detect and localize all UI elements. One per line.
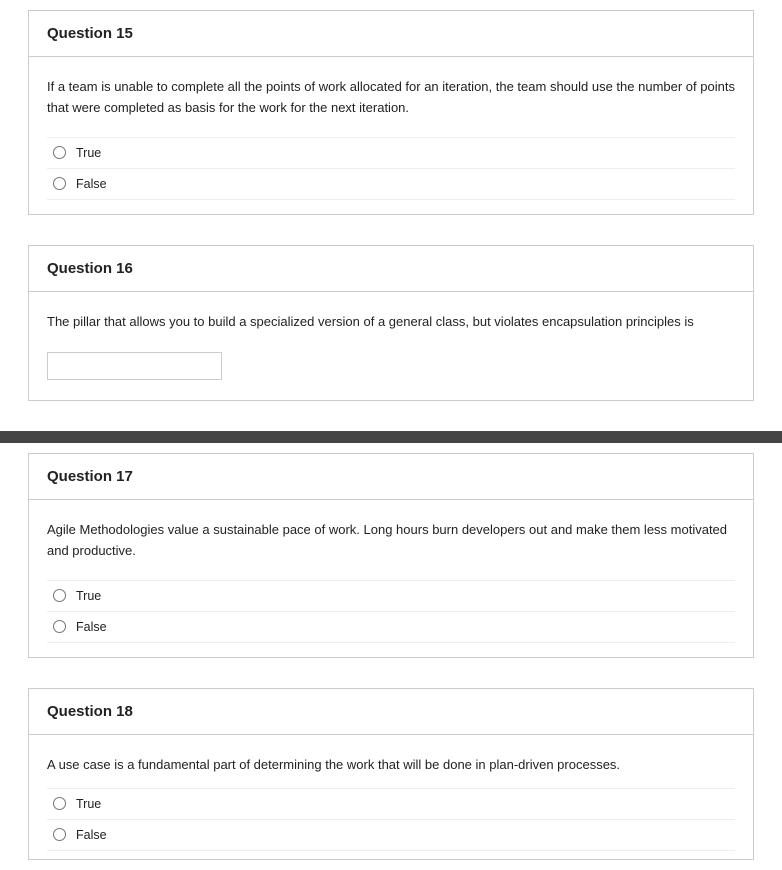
radio-true[interactable] [53,146,66,159]
question-header: Question 15 [29,11,753,57]
option-false[interactable]: False [47,820,735,851]
option-false[interactable]: False [47,169,735,200]
question-card: Question 17 Agile Methodologies value a … [28,453,754,658]
question-body: Agile Methodologies value a sustainable … [29,500,753,657]
option-label: True [76,589,101,603]
question-header: Question 18 [29,689,753,735]
option-false[interactable]: False [47,612,735,643]
question-card: Question 15 If a team is unable to compl… [28,10,754,215]
question-title: Question 17 [47,468,133,485]
option-true[interactable]: True [47,789,735,820]
options-group: True False [47,137,735,200]
question-body: If a team is unable to complete all the … [29,57,753,214]
options-group: True False [47,788,735,851]
question-title: Question 16 [47,260,133,277]
question-body: The pillar that allows you to build a sp… [29,292,753,401]
radio-true[interactable] [53,589,66,602]
question-text: The pillar that allows you to build a sp… [47,312,735,333]
question-title: Question 15 [47,25,133,42]
question-header: Question 16 [29,246,753,292]
options-group: True False [47,580,735,643]
question-title: Question 18 [47,703,133,720]
option-label: True [76,797,101,811]
option-label: True [76,146,101,160]
option-label: False [76,828,107,842]
radio-false[interactable] [53,177,66,190]
radio-false[interactable] [53,828,66,841]
question-text: A use case is a fundamental part of dete… [47,755,735,776]
question-card: Question 16 The pillar that allows you t… [28,245,754,402]
section-divider [0,431,782,443]
option-label: False [76,620,107,634]
option-true[interactable]: True [47,581,735,612]
radio-true[interactable] [53,797,66,810]
question-card: Question 18 A use case is a fundamental … [28,688,754,860]
question-body: A use case is a fundamental part of dete… [29,735,753,859]
radio-false[interactable] [53,620,66,633]
option-true[interactable]: True [47,138,735,169]
question-text: If a team is unable to complete all the … [47,77,735,119]
question-text: Agile Methodologies value a sustainable … [47,520,735,562]
option-label: False [76,177,107,191]
answer-input[interactable] [47,352,222,380]
question-header: Question 17 [29,454,753,500]
